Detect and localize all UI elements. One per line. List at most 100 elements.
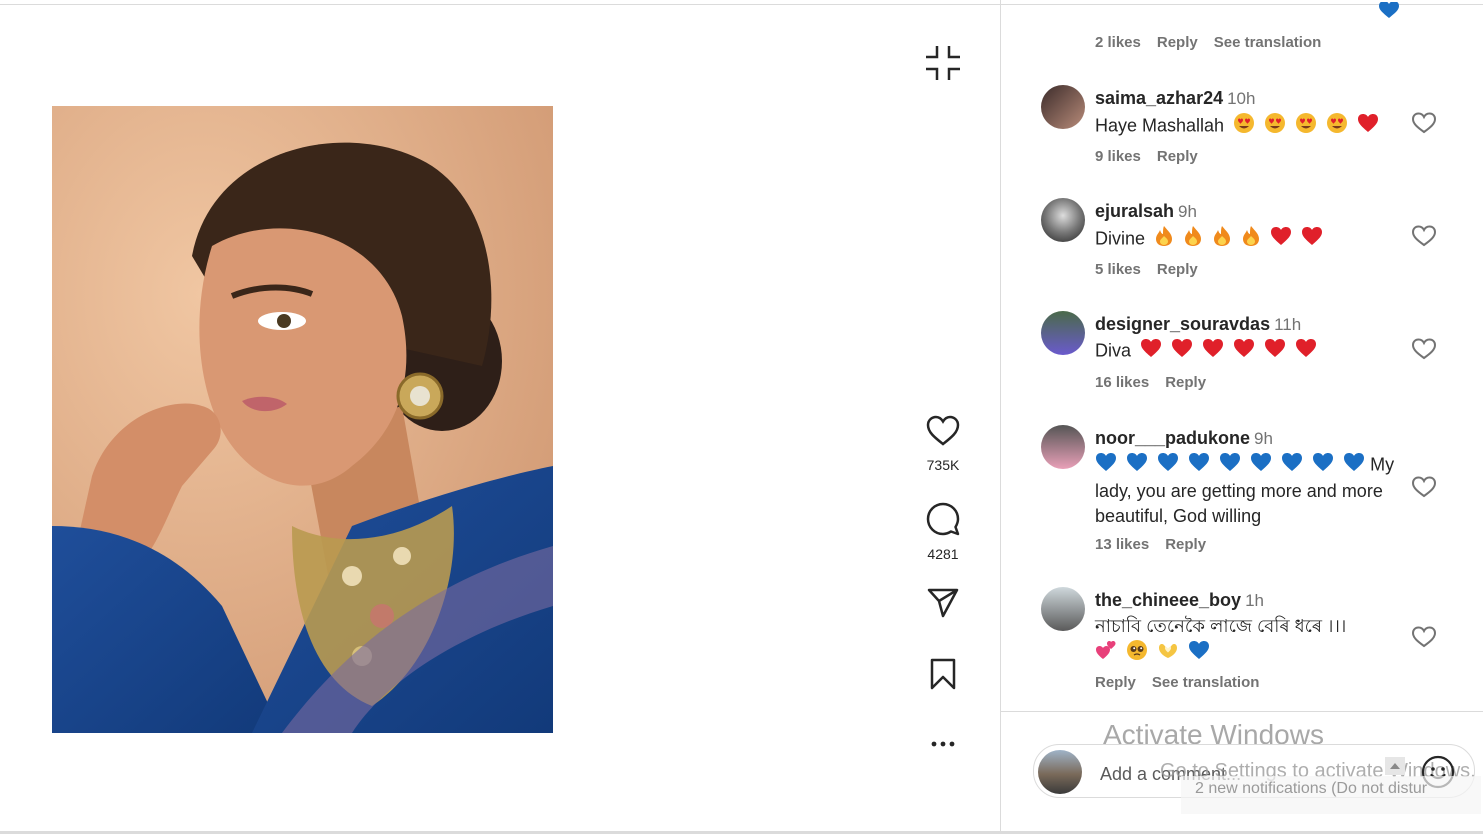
more-icon [931, 741, 955, 747]
comment-like-icon[interactable] [1411, 475, 1437, 501]
red-heart-emoji [1264, 338, 1286, 365]
heart-hands-emoji [1157, 640, 1179, 667]
blue-heart-emoji [1281, 452, 1303, 479]
bookmark-icon [930, 658, 956, 690]
comment-like-icon[interactable] [1411, 224, 1437, 250]
comment-time[interactable]: 11h [1274, 315, 1301, 334]
heart-eyes-emoji [1326, 112, 1348, 141]
comment-reply[interactable]: Reply [1165, 374, 1206, 391]
comment-text: Diva [1095, 338, 1405, 365]
comment-time[interactable]: 1h [1245, 591, 1264, 610]
red-heart-emoji [1171, 338, 1193, 365]
comment-header: saima_azhar24 10h [1095, 88, 1255, 109]
previous-comment-see-translation[interactable]: See translation [1214, 34, 1322, 51]
collapse-icon[interactable] [924, 44, 962, 82]
comment-like-icon[interactable] [1411, 111, 1437, 137]
like-button[interactable] [922, 415, 964, 447]
current-user-avatar[interactable] [1038, 750, 1082, 794]
comment-like-icon[interactable] [1411, 337, 1437, 363]
heart-eyes-emoji [1233, 112, 1255, 141]
portrait-illustration [52, 106, 553, 733]
comment-time[interactable]: 9h [1254, 429, 1273, 448]
avatar[interactable] [1041, 587, 1085, 631]
share-button[interactable] [922, 588, 964, 618]
comment-body: Diva [1095, 340, 1132, 361]
comment-reply[interactable]: Reply [1157, 261, 1198, 278]
comment-likes[interactable]: 9 likes [1095, 148, 1141, 165]
blue-heart-emoji [1312, 452, 1334, 479]
comment-button[interactable] [922, 502, 964, 536]
blue-heart-emoji [1157, 452, 1179, 479]
more-options-button[interactable] [922, 734, 964, 754]
save-button[interactable] [922, 658, 964, 690]
two-hearts-emoji [1095, 640, 1117, 667]
comment-meta: Reply See translation [1095, 674, 1275, 691]
red-heart-emoji [1202, 338, 1224, 365]
blue-heart-emoji [1378, 1, 1400, 18]
comment-body: Divine [1095, 228, 1146, 249]
likes-count[interactable]: 735K [910, 457, 976, 473]
comment-text: My lady, you are getting more and more b… [1095, 452, 1405, 529]
comment-text: Divine [1095, 225, 1405, 254]
comment-username[interactable]: saima_azhar24 [1095, 88, 1223, 108]
blue-heart-emoji [1219, 452, 1241, 479]
comment-body: Haye Mashallah [1095, 115, 1225, 136]
comment-username[interactable]: ejuralsah [1095, 201, 1174, 221]
previous-comment-meta: 2 likes Reply See translation [1095, 34, 1337, 51]
heart-eyes-emoji [1264, 112, 1286, 141]
comment-reply[interactable]: Reply [1095, 674, 1136, 691]
previous-comment-reply[interactable]: Reply [1157, 34, 1198, 51]
post-image[interactable] [52, 106, 553, 733]
red-heart-emoji [1295, 338, 1317, 365]
comment-header: designer_souravdas 11h [1095, 314, 1301, 335]
fire-emoji [1212, 225, 1232, 254]
blue-heart-emoji [1126, 452, 1148, 479]
comment-see-translation[interactable]: See translation [1152, 674, 1260, 691]
comment-meta: 5 likes Reply [1095, 261, 1214, 278]
comment-likes[interactable]: 13 likes [1095, 536, 1149, 553]
comment-time[interactable]: 9h [1178, 202, 1197, 221]
heart-icon [926, 415, 960, 446]
comment-like-icon[interactable] [1411, 625, 1437, 651]
blue-heart-emoji [1188, 640, 1210, 667]
avatar[interactable] [1041, 311, 1085, 355]
red-heart-emoji [1357, 113, 1379, 140]
comments-count: 4281 [927, 546, 959, 562]
comment-reply[interactable]: Reply [1157, 148, 1198, 165]
red-heart-emoji [1140, 338, 1162, 365]
scroll-up-arrow-icon[interactable] [1385, 757, 1405, 775]
pleading-face-emoji [1126, 639, 1148, 668]
avatar[interactable] [1041, 85, 1085, 129]
previous-comment-likes[interactable]: 2 likes [1095, 34, 1141, 51]
fire-emoji [1241, 225, 1261, 254]
comment-likes[interactable]: 5 likes [1095, 261, 1141, 278]
comment-likes[interactable]: 16 likes [1095, 374, 1149, 391]
comment-username[interactable]: designer_souravdas [1095, 314, 1270, 334]
fire-emoji [1183, 225, 1203, 254]
comment-header: the_chineee_boy 1h [1095, 590, 1264, 611]
heart-eyes-emoji [1295, 112, 1317, 141]
comment-header: ejuralsah 9h [1095, 201, 1197, 222]
blue-heart-emoji [1188, 452, 1210, 479]
comment-username[interactable]: the_chineee_boy [1095, 590, 1241, 610]
blue-heart-emoji [1343, 452, 1365, 479]
comments-footer-divider [1001, 711, 1483, 712]
avatar[interactable] [1041, 425, 1085, 469]
comment-icon [926, 502, 960, 536]
comments-panel[interactable]: 2 likes Reply See translation saima_azhar2… [1001, 0, 1483, 712]
comment-username[interactable]: noor___padukone [1095, 428, 1250, 448]
avatar[interactable] [1041, 198, 1085, 242]
comment-meta: 16 likes Reply [1095, 374, 1222, 391]
comment-text: Haye Mashallah [1095, 112, 1405, 141]
notification-text[interactable]: 2 new notifications (Do not distur [1195, 780, 1427, 798]
comment-meta: 9 likes Reply [1095, 148, 1214, 165]
red-heart-emoji [1270, 226, 1292, 253]
comment-meta: 13 likes Reply [1095, 536, 1222, 553]
fire-emoji [1154, 225, 1174, 254]
blue-heart-emoji [1095, 452, 1117, 479]
red-heart-emoji [1233, 338, 1255, 365]
comment-time[interactable]: 10h [1227, 89, 1255, 108]
blue-heart-emoji [1250, 452, 1272, 479]
comment-reply[interactable]: Reply [1165, 536, 1206, 553]
comment-text: নাচাবি তেনেকৈ লাজে বেৰি ধৰে ।।। [1095, 614, 1405, 668]
